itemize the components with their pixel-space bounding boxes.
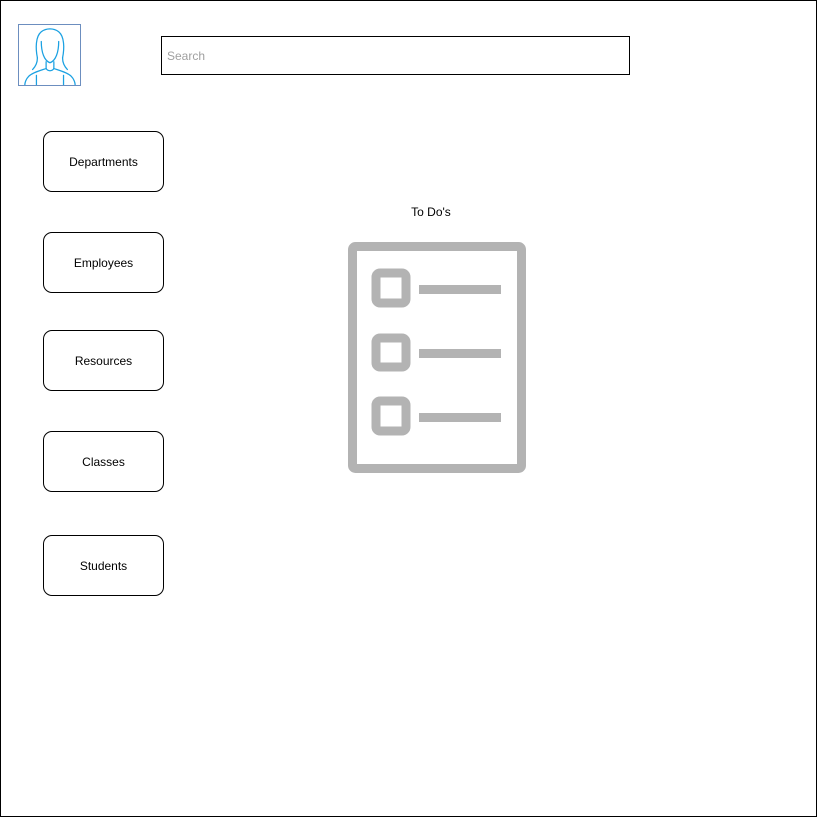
user-avatar-icon[interactable] <box>18 24 81 86</box>
employees-button-label: Employees <box>73 255 134 270</box>
classes-button[interactable]: Classes <box>43 431 164 492</box>
resources-button-label: Resources <box>74 353 133 368</box>
resources-button[interactable]: Resources <box>43 330 164 391</box>
employees-button[interactable]: Employees <box>43 232 164 293</box>
departments-button[interactable]: Departments <box>43 131 164 192</box>
checklist-icon <box>348 242 526 474</box>
todo-title: To Do's <box>411 205 451 219</box>
departments-button-label: Departments <box>69 154 138 169</box>
app-window: Departments Employees Resources Classes … <box>0 0 817 817</box>
students-button-label: Students <box>79 558 128 573</box>
classes-button-label: Classes <box>82 454 125 469</box>
students-button[interactable]: Students <box>43 535 164 596</box>
search-input[interactable] <box>161 36 630 75</box>
